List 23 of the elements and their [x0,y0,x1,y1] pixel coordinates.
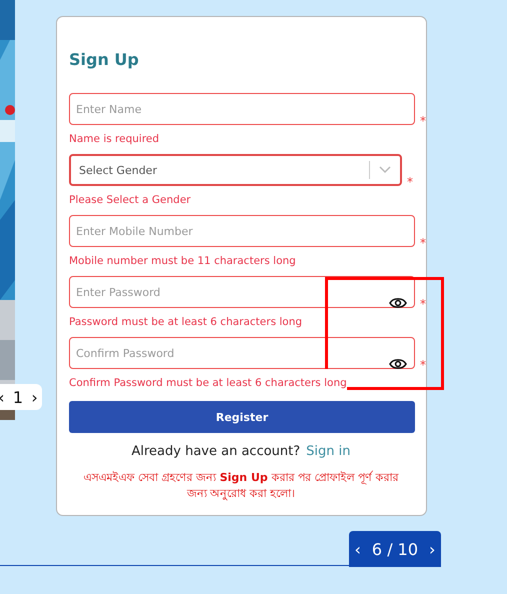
required-mark: * [420,298,426,310]
required-mark: * [420,115,426,127]
form-title: Sign Up [69,50,140,70]
required-mark: * [407,176,413,188]
page-number: 1 [12,388,24,406]
required-mark: * [420,237,426,249]
next-button[interactable]: › [31,388,38,406]
signin-link[interactable]: Sign in [306,444,350,459]
input-field[interactable]: Enter Mobile Number [69,215,415,247]
input-field[interactable]: Enter Password [69,276,415,308]
input-field[interactable]: Confirm Password [69,337,415,369]
page-counter: 6 / 10 [372,540,418,558]
notice-text: এসএমইএফ সেবা গ্রহণের জন্য Sign Up করার পর প্রোফাইল পূর্ণ করার জন্য অনুরোধ করা হলো। [82,470,400,502]
chevron-down-icon [379,166,391,174]
required-mark: * [420,359,426,371]
next-button[interactable]: › [429,540,436,558]
register-button[interactable]: Register [69,401,415,433]
eye-icon[interactable] [389,296,407,310]
input-field[interactable]: Enter Name [69,93,415,125]
gender-select[interactable]: Select Gender [69,154,402,186]
signin-prompt: Already have an account? [131,444,300,459]
previous-button[interactable]: ‹ [354,540,361,558]
eye-icon[interactable] [389,357,407,371]
